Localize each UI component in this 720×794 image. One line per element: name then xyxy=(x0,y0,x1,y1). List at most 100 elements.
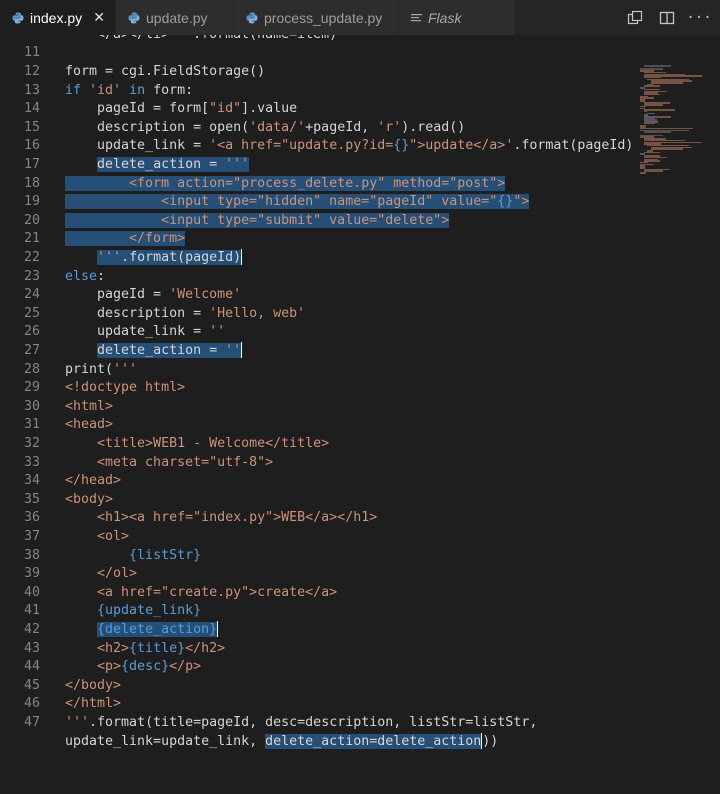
code-token: <ol> xyxy=(65,528,130,544)
tab-update-py[interactable]: update.py xyxy=(116,0,234,35)
code-token: update_link=update_link, xyxy=(65,733,266,749)
code-line[interactable]: 22 '''.format(pageId) xyxy=(0,248,720,268)
code-token: '' xyxy=(225,342,242,358)
line-number: 13 xyxy=(23,82,40,98)
code-text: description = 'Hello, web' xyxy=(65,305,305,324)
text-file-icon xyxy=(411,13,422,21)
code-token: {update_link} xyxy=(97,603,202,619)
line-number: 25 xyxy=(23,305,40,321)
minimap-line xyxy=(643,151,660,154)
open-changes-icon[interactable] xyxy=(624,7,646,29)
code-line[interactable]: 29 <!doctype html> xyxy=(0,379,720,398)
close-icon[interactable]: ✕ xyxy=(93,9,105,26)
code-line[interactable]: 16 update_link = '<a href="update.py?id=… xyxy=(0,137,720,156)
line-number: 29 xyxy=(23,380,40,396)
line-number: 41 xyxy=(23,603,40,619)
code-token: description = open( xyxy=(65,119,250,135)
code-text: <input type="hidden" name="pageId" value… xyxy=(65,193,530,212)
code-line[interactable]: 42 {delete_action} xyxy=(0,620,720,640)
code-line[interactable]: 30 <html> xyxy=(0,398,720,417)
code-token: delete_action = xyxy=(97,342,226,358)
code-line[interactable]: 19 <input type="hidden" name="pageId" va… xyxy=(0,193,720,212)
code-line[interactable]: 38 {listStr} xyxy=(0,547,720,566)
code-text: <!doctype html> xyxy=(65,379,185,398)
code-token: ''' xyxy=(65,714,90,730)
code-line[interactable]: 24 pageId = 'Welcome' xyxy=(0,286,720,305)
code-token: ''' xyxy=(113,361,138,377)
code-line[interactable]: 43 <h2>{title}</h2> xyxy=(0,640,720,659)
tab-label: Flask xyxy=(428,9,462,26)
code-token: in xyxy=(129,82,146,98)
code-text: <p>{desc}</p> xyxy=(65,658,201,677)
code-line[interactable]: 13 if 'id' in form: xyxy=(0,82,720,101)
code-line[interactable]: 45 </body> xyxy=(0,677,720,696)
code-line[interactable]: 39 </ol> xyxy=(0,565,720,584)
code-line[interactable]: 23 else: xyxy=(0,268,720,287)
text-cursor xyxy=(241,248,243,265)
line-number: 14 xyxy=(23,101,40,117)
code-line[interactable]: 44 <p>{desc}</p> xyxy=(0,658,720,677)
code-token: 'r' xyxy=(377,119,402,135)
code-token: else xyxy=(65,268,98,284)
line-number: 36 xyxy=(23,510,40,526)
code-line[interactable]: 33 <meta charset="utf-8"> xyxy=(0,454,720,473)
minimap-line xyxy=(643,109,676,111)
line-number: 37 xyxy=(23,528,40,544)
code-line[interactable]: 41 {update_link} xyxy=(0,602,720,621)
minimap-line xyxy=(650,82,684,84)
code-text: '''.format(pageId) xyxy=(65,248,243,268)
code-token: description = xyxy=(65,305,210,321)
code-token: ''' xyxy=(225,156,250,172)
code-token: form: xyxy=(145,82,194,98)
code-line[interactable]: 26 update_link = '' xyxy=(0,323,720,342)
code-line[interactable]: 20 <input type="submit" value="delete"> xyxy=(0,212,720,231)
code-editor[interactable]: </a></li>'''.format(name=item) 11 12 form =… xyxy=(0,35,720,794)
editor-actions: ··· xyxy=(624,0,720,35)
code-token: +pageId, xyxy=(305,119,378,135)
code-token: "id" xyxy=(209,101,242,117)
code-text: </ol> xyxy=(65,565,137,584)
code-line[interactable]: </a></li>'''.format(name=item) xyxy=(0,35,720,44)
code-line[interactable]: 32 <title>WEB1 - Welcome</title> xyxy=(0,435,720,454)
more-actions-icon[interactable]: ··· xyxy=(686,7,711,29)
code-line[interactable]: 14 pageId = form["id"].value xyxy=(0,100,720,119)
code-token: </a></li>'''.format(name=item) xyxy=(65,35,337,42)
code-line[interactable]: 25 description = 'Hello, web' xyxy=(0,305,720,324)
code-text: {delete_action} xyxy=(65,620,219,640)
code-line[interactable]: 28 print(''' xyxy=(0,361,720,380)
code-text: pageId = 'Welcome' xyxy=(65,286,241,305)
code-line[interactable]: 47 '''.format(title=pageId, desc=descript… xyxy=(0,714,720,733)
line-number: 20 xyxy=(23,212,40,228)
code-line[interactable]: 17 delete_action = ''' xyxy=(0,156,720,175)
code-line[interactable]: 27 delete_action = '' xyxy=(0,341,720,361)
code-line[interactable]: 34 </head> xyxy=(0,472,720,491)
code-line[interactable]: 37 <ol> xyxy=(0,528,720,547)
code-token: {delete_action} xyxy=(97,621,218,637)
text-cursor xyxy=(241,341,243,358)
code-line[interactable]: 35 <body> xyxy=(0,491,720,510)
code-line[interactable]: 36 <h1><a href="index.py">WEB</a></h1> xyxy=(0,509,720,528)
tab-label: index.py xyxy=(30,9,83,26)
code-line[interactable]: 21 </form> xyxy=(0,230,720,249)
minimap[interactable] xyxy=(640,65,720,175)
line-number: 18 xyxy=(23,175,40,191)
tab-process-update-py[interactable]: process_update.py xyxy=(234,0,399,35)
code-line[interactable]: 40 <a href="create.py">create</a> xyxy=(0,584,720,603)
code-line[interactable]: 15 description = open('data/'+pageId, 'r… xyxy=(0,119,720,138)
code-text: </head> xyxy=(65,472,121,491)
code-text: delete_action = '' xyxy=(65,341,243,361)
code-line[interactable]: update_link=update_link, delete_action=d… xyxy=(0,732,720,752)
code-text: '''.format(title=pageId, desc=descriptio… xyxy=(65,714,537,733)
code-line[interactable]: 11 xyxy=(0,44,720,63)
tab-index-py[interactable]: index.py ✕ xyxy=(0,0,116,35)
minimap-line xyxy=(643,104,664,106)
code-line[interactable]: 46 </html> xyxy=(0,695,720,714)
split-editor-icon[interactable] xyxy=(656,7,678,29)
code-line[interactable]: 31 <head> xyxy=(0,416,720,435)
tab-flask[interactable]: Flask xyxy=(399,0,515,35)
code-line[interactable]: 18 <form action="process_delete.py" meth… xyxy=(0,175,720,194)
code-line[interactable]: 12 form = cgi.FieldStorage() xyxy=(0,63,720,82)
code-text: {listStr} xyxy=(65,547,201,566)
code-text: update_link = '<a href="update.py?id={}"… xyxy=(65,137,633,156)
